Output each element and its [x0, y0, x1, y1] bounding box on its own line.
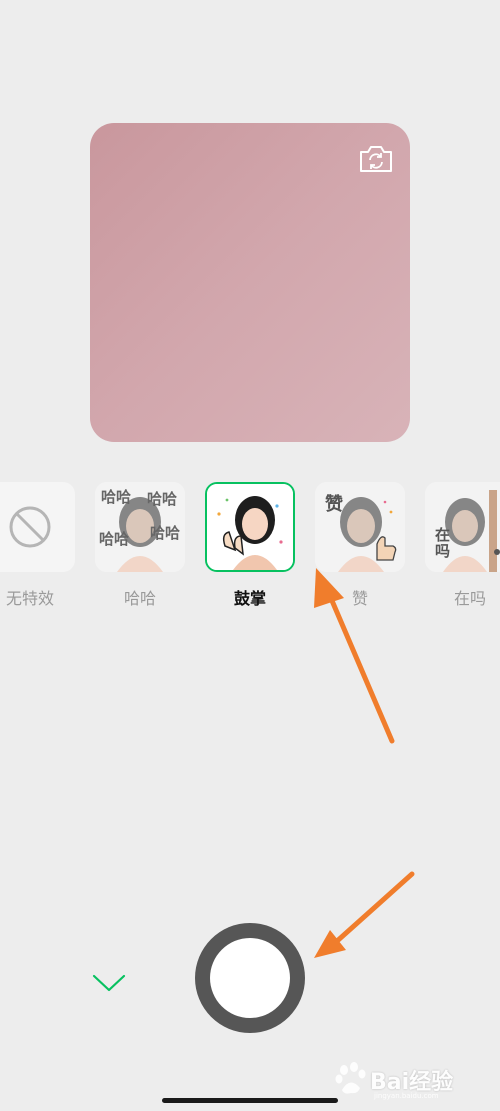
watermark: Bai经验 jingyan.baidu.com	[330, 1056, 490, 1100]
effect-label: 鼓掌	[233, 589, 266, 608]
camera-flip-icon	[360, 146, 392, 172]
chevron-down-icon	[92, 974, 126, 992]
annotation-arrow	[314, 871, 415, 958]
thumbs-up-deco-text: 赞	[325, 494, 343, 515]
camera-preview	[90, 123, 410, 442]
haha-deco-text: 哈哈	[150, 524, 181, 542]
haha-deco-text: 哈哈	[101, 488, 132, 506]
no-effect-icon	[9, 506, 51, 548]
effect-thumb	[0, 482, 75, 572]
haha-deco-text: 哈哈	[147, 490, 178, 508]
paw-icon	[335, 1062, 366, 1094]
effect-label: 在吗	[453, 589, 486, 608]
effect-thumb	[205, 482, 295, 572]
zaima-deco-text: 吗	[435, 542, 451, 560]
collapse-button[interactable]	[90, 966, 130, 1000]
home-indicator[interactable]	[162, 1098, 338, 1103]
effect-thumb: 哈哈 哈哈 哈哈 哈哈	[95, 482, 185, 572]
effect-label: 哈哈	[123, 589, 156, 608]
clap-sticker	[207, 484, 293, 570]
camera-flip-button[interactable]	[358, 143, 394, 175]
watermark-url: jingyan.baidu.com	[374, 1092, 439, 1100]
effect-thumb: 赞	[315, 482, 405, 572]
record-button[interactable]	[195, 923, 305, 1033]
effect-label: 无特效	[5, 589, 54, 608]
effect-thumb: 在 吗	[425, 482, 500, 572]
haha-deco-text: 哈哈	[99, 530, 130, 548]
effects-carousel[interactable]: 无特效 哈哈 哈哈 哈哈 哈哈 哈哈 鼓掌 赞 赞 在 吗 在吗	[0, 482, 500, 612]
record-button-inner	[210, 938, 290, 1018]
effect-label: 赞	[351, 589, 368, 608]
zaima-deco-text: 在	[435, 526, 451, 544]
